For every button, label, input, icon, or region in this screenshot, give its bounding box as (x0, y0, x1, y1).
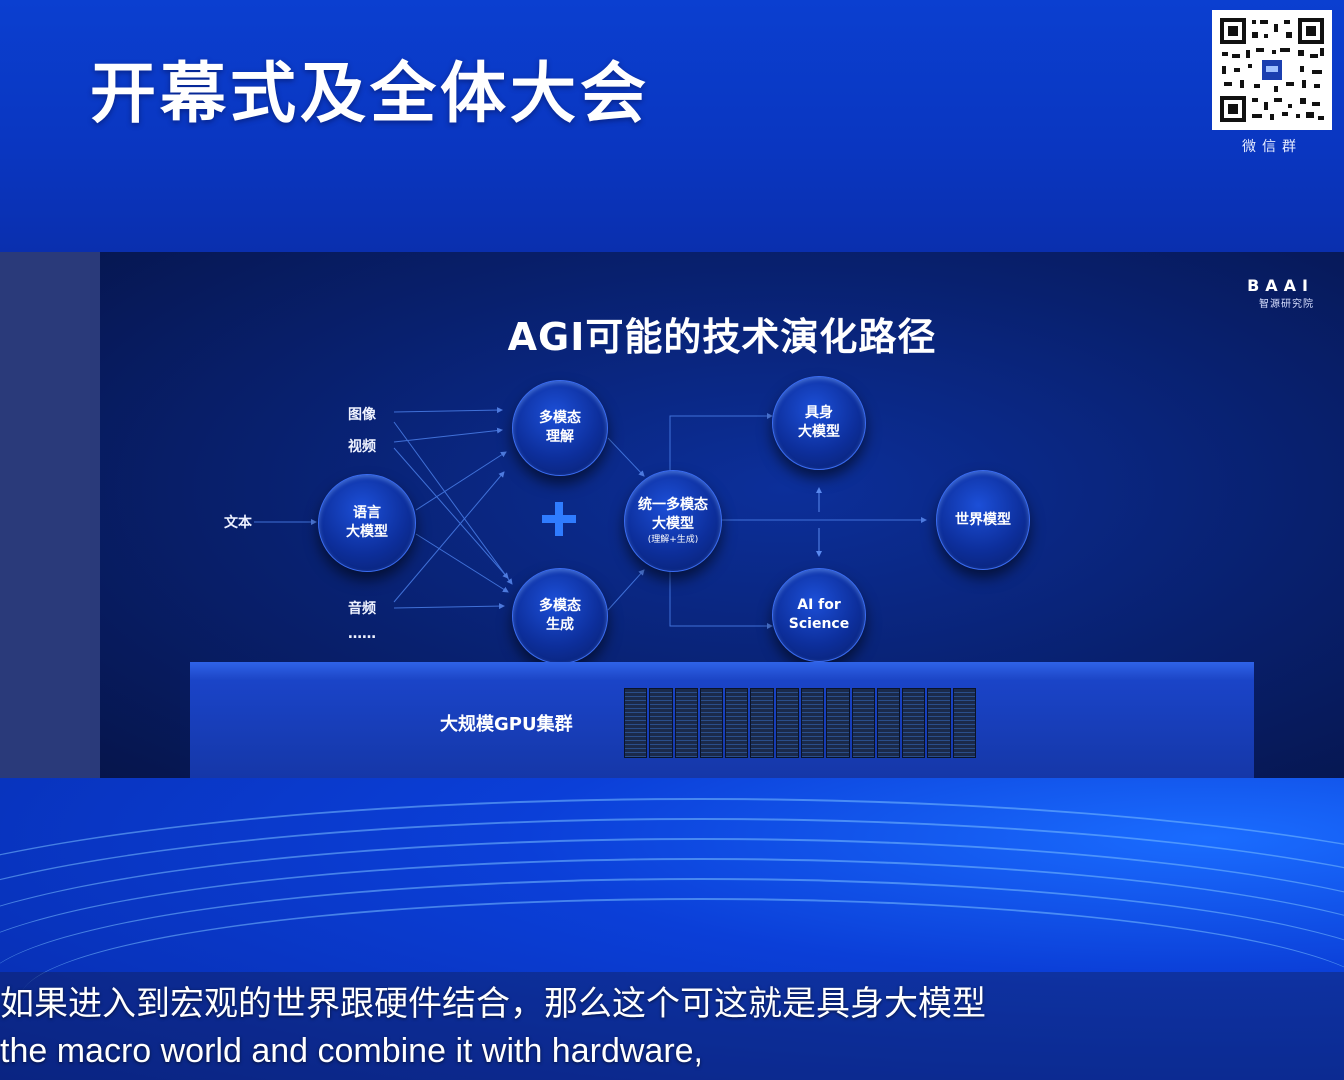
node-line: 多模态 (539, 410, 581, 426)
arrow-llm-to-mmu (415, 451, 507, 511)
input-text-label: 文本 (224, 515, 252, 531)
node-unified-multimodal-model: 统一多模态 大模型 (理解+生成) (624, 470, 722, 572)
node-line: 大模型 (346, 524, 388, 540)
plus-icon (540, 500, 580, 540)
node-line: 大模型 (652, 515, 694, 532)
node-ai-for-science: AI for Science (772, 568, 866, 662)
subtitle-chinese: 如果进入到宏观的世界跟硬件结合，那么这个可这就是具身大模型 (0, 984, 986, 1024)
node-line: 理解 (546, 429, 574, 445)
node-line: 大模型 (798, 424, 840, 440)
node-line: 具身 (805, 405, 833, 421)
server-rack (624, 688, 648, 758)
arrow-mmu-to-unified (607, 437, 645, 477)
server-rack (674, 688, 698, 758)
server-rack (800, 688, 825, 758)
node-line: Science (788, 616, 850, 632)
node-line: 语言 (353, 505, 381, 521)
node-multimodal-generation: 多模态 生成 (512, 568, 608, 664)
arrow-audio-to-mmg (393, 603, 505, 610)
node-multimodal-understanding: 多模态 理解 (512, 380, 608, 476)
subtitle-english: the macro world and combine it with hard… (0, 1032, 703, 1070)
server-rack (927, 688, 951, 758)
input-more-label: …… (348, 626, 376, 642)
node-note: (理解+生成) (647, 534, 699, 545)
node-line: 生成 (546, 617, 574, 633)
server-rack (952, 688, 976, 758)
server-rack (775, 688, 799, 758)
arrow-image-to-mmu (393, 407, 503, 414)
server-rack (851, 688, 875, 758)
arrow-video-to-mmu (393, 427, 503, 443)
server-rack (750, 688, 774, 758)
gpu-cluster-label: 大规模GPU集群 (440, 714, 573, 735)
node-world-model: 世界模型 (936, 470, 1030, 570)
arrow-mmg-to-unified (607, 569, 645, 611)
wechat-qr-code (1212, 10, 1332, 130)
page-title: 开幕式及全体大会 (90, 55, 650, 132)
side-panel (0, 252, 100, 778)
input-video-label: 视频 (348, 439, 376, 455)
node-line: 统一多模态 (638, 496, 708, 513)
server-rack (902, 688, 926, 758)
input-audio-label: 音频 (348, 601, 376, 617)
server-rack (649, 688, 673, 758)
arrow-unified-to-embodied (669, 413, 773, 472)
node-embodied-model: 具身 大模型 (772, 376, 866, 470)
node-line: AI for (797, 597, 841, 613)
gpu-server-racks (624, 688, 976, 758)
server-rack (826, 688, 850, 758)
server-rack (876, 688, 901, 758)
server-rack (699, 688, 724, 758)
platform-top (190, 662, 1254, 680)
arrow-unified-to-ai4s (669, 570, 773, 629)
node-line: 多模态 (539, 598, 581, 614)
presentation-slide: BAAI 智源研究院 AGI可能的技术演化路径 图像 视频 文本 音频 …… 语… (100, 252, 1344, 778)
server-rack (725, 688, 749, 758)
node-line: 世界模型 (955, 511, 1011, 528)
qr-label: 微信群 (1242, 139, 1302, 155)
input-image-label: 图像 (348, 407, 376, 423)
node-language-model: 语言 大模型 (318, 474, 416, 572)
